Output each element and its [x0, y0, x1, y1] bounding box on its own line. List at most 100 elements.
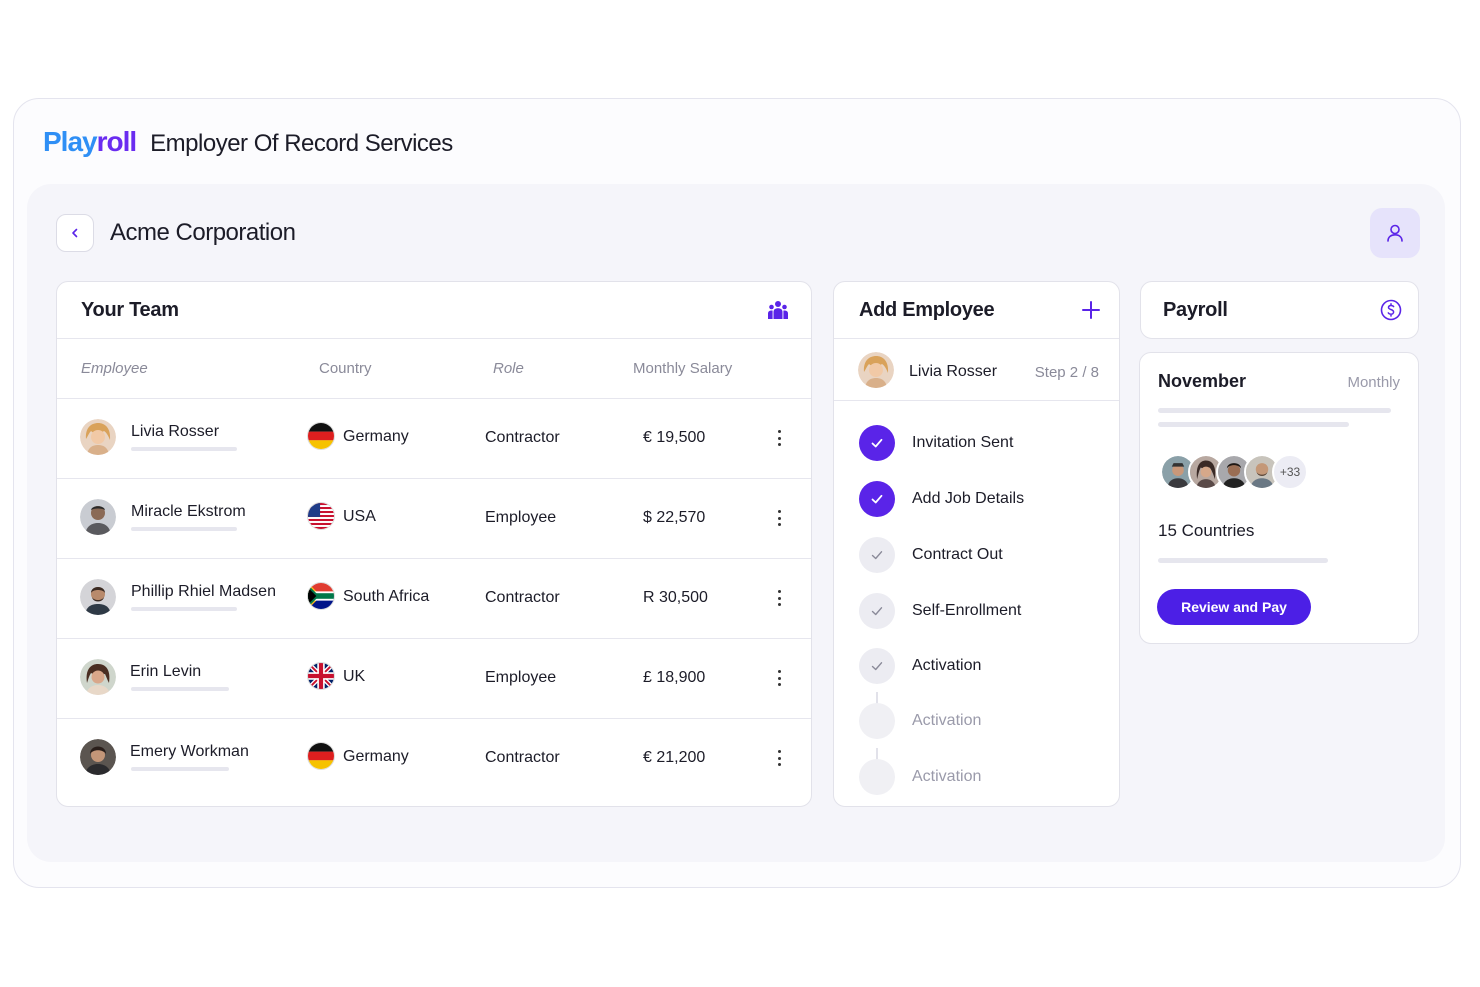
germany-flag-icon	[307, 742, 335, 770]
check-icon	[859, 648, 895, 684]
south-africa-flag-icon	[307, 582, 335, 610]
brand-header: Playroll Employer Of Record Services	[43, 126, 453, 158]
placeholder-bar	[131, 607, 237, 611]
employee-role: Contractor	[485, 589, 560, 606]
avatar	[80, 499, 116, 535]
step-item[interactable]: Add Job Details	[834, 481, 1119, 517]
step-label: Invitation Sent	[912, 434, 1014, 451]
avatar	[80, 419, 116, 455]
employee-salary: $ 22,570	[643, 509, 706, 526]
table-row[interactable]: Livia Rosser Germany Contractor € 19,500	[57, 399, 811, 479]
step-label: Activation	[912, 768, 982, 785]
team-card: Your Team Employee Country Role Monthly …	[56, 281, 812, 807]
uk-flag-icon	[307, 662, 335, 690]
employee-name: Emery Workman	[130, 743, 249, 760]
step-label: Add Job Details	[912, 490, 1025, 507]
employee-country: South Africa	[343, 588, 430, 605]
add-employee-card: Add Employee Livia Rosser Step 2 / 8 Inv…	[833, 281, 1120, 807]
back-button[interactable]	[56, 214, 94, 252]
placeholder-bar	[131, 767, 229, 771]
employee-name: Phillip Rhiel Madsen	[131, 583, 276, 600]
placeholder-bar	[1158, 558, 1328, 563]
employee-country: Germany	[343, 748, 409, 765]
step-label: Contract Out	[912, 546, 1003, 563]
check-icon	[859, 481, 895, 517]
onboarding-employee-name: Livia Rosser	[909, 363, 998, 380]
plus-icon[interactable]	[1081, 300, 1101, 320]
col-employee[interactable]: Employee	[81, 360, 148, 377]
countries-count: 15 Countries	[1158, 521, 1255, 540]
employee-country: Germany	[343, 428, 409, 445]
more-options-icon[interactable]	[769, 667, 789, 689]
avatar	[80, 579, 116, 615]
more-options-icon[interactable]	[769, 427, 789, 449]
employee-salary: £ 18,900	[643, 669, 706, 686]
step-item[interactable]: Activation	[834, 703, 1119, 739]
employee-salary: € 21,200	[643, 749, 706, 766]
employee-name: Erin Levin	[130, 663, 202, 680]
onboarding-employee: Livia Rosser Step 2 / 8	[834, 339, 1119, 401]
more-avatars-badge: +33	[1272, 454, 1308, 490]
team-icon[interactable]	[767, 300, 789, 320]
col-country[interactable]: Country	[319, 360, 372, 377]
employee-name: Miracle Ekstrom	[131, 503, 246, 520]
payroll-title: Payroll	[1163, 298, 1228, 321]
payroll-period[interactable]: Monthly	[1347, 374, 1400, 391]
step-item[interactable]: Self-Enrollment	[834, 593, 1119, 629]
table-row[interactable]: Phillip Rhiel Madsen South Africa Contra…	[57, 559, 811, 639]
more-options-icon[interactable]	[769, 507, 789, 529]
employee-name: Livia Rosser	[131, 423, 220, 440]
avatar	[80, 659, 116, 695]
review-and-pay-button[interactable]: Review and Pay	[1157, 589, 1311, 625]
placeholder-bar	[1158, 422, 1349, 427]
team-card-header: Your Team	[57, 282, 811, 339]
check-icon	[859, 593, 895, 629]
step-item[interactable]: Activation	[834, 648, 1119, 684]
company-name: Acme Corporation	[110, 219, 296, 246]
add-employee-title: Add Employee	[859, 298, 995, 321]
employee-role: Employee	[485, 509, 557, 526]
team-table-header: Employee Country Role Monthly Salary	[57, 339, 811, 399]
step-item[interactable]: Contract Out	[834, 537, 1119, 573]
employee-country: UK	[343, 668, 366, 685]
user-icon	[1387, 224, 1403, 242]
avatar	[858, 352, 894, 388]
employee-role: Contractor	[485, 429, 560, 446]
table-row[interactable]: Emery Workman Germany Contractor € 21,20…	[57, 719, 811, 799]
col-monthly-salary[interactable]: Monthly Salary	[633, 360, 732, 377]
chevron-left-icon	[72, 228, 78, 238]
avatar	[80, 739, 116, 775]
employee-role: Contractor	[485, 749, 560, 766]
add-employee-header: Add Employee	[834, 282, 1119, 339]
playroll-logo: Playroll	[43, 126, 137, 157]
dollar-icon[interactable]	[1380, 299, 1402, 321]
payroll-month: November	[1158, 371, 1247, 391]
germany-flag-icon	[307, 422, 335, 450]
payroll-summary: November Monthly +33 15 Countries Review…	[1139, 352, 1419, 644]
step-counter: Step 2 / 8	[1034, 364, 1099, 381]
usa-flag-icon	[307, 502, 335, 530]
page-title: Employer Of Record Services	[150, 130, 453, 157]
employee-salary: R 30,500	[643, 589, 708, 606]
col-role[interactable]: Role	[493, 360, 524, 377]
more-options-icon[interactable]	[769, 747, 789, 769]
avatar-stack[interactable]: +33	[1160, 454, 1308, 490]
employee-country: USA	[343, 508, 376, 525]
empty-step-icon	[859, 759, 895, 795]
step-item[interactable]: Activation	[834, 759, 1119, 795]
step-item[interactable]: Invitation Sent	[834, 425, 1119, 461]
step-label: Self-Enrollment	[912, 602, 1022, 619]
team-title: Your Team	[81, 298, 179, 321]
employee-role: Employee	[485, 669, 557, 686]
empty-step-icon	[859, 703, 895, 739]
more-options-icon[interactable]	[769, 587, 789, 609]
placeholder-bar	[1158, 408, 1391, 413]
step-label: Activation	[912, 712, 982, 729]
profile-button[interactable]	[1370, 208, 1420, 258]
table-row[interactable]: Erin Levin UK Employee £ 18,900	[57, 639, 811, 719]
table-row[interactable]: Miracle Ekstrom USA Employee $ 22,570	[57, 479, 811, 559]
check-icon	[859, 537, 895, 573]
employee-salary: € 19,500	[643, 429, 706, 446]
step-label: Activation	[912, 657, 982, 674]
placeholder-bar	[131, 527, 237, 531]
